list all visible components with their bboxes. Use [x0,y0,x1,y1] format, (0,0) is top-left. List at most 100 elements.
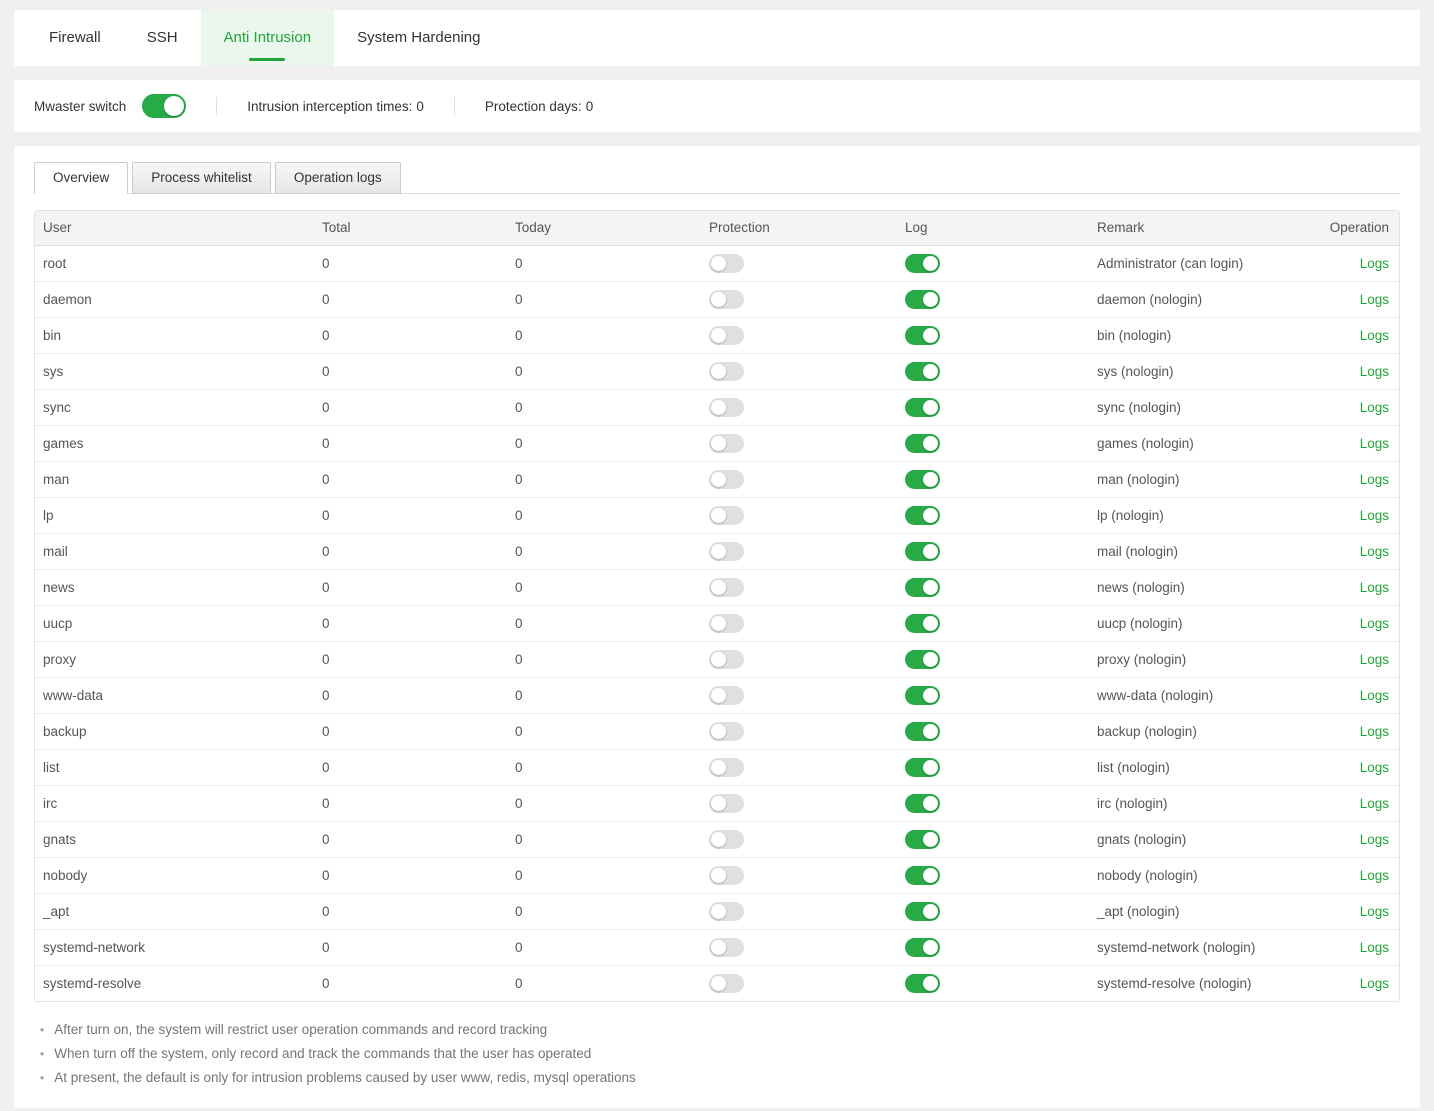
protection-cell [701,461,897,497]
logs-link[interactable]: Logs [1360,580,1389,595]
logs-link[interactable]: Logs [1360,544,1389,559]
table-row: bin00bin (nologin)Logs [35,317,1399,353]
toggle-knob [923,688,938,703]
logs-link[interactable]: Logs [1360,292,1389,307]
toggle-knob [711,508,726,523]
log-toggle[interactable] [905,470,940,489]
today-cell: 0 [507,713,701,749]
logs-link[interactable]: Logs [1360,652,1389,667]
log-toggle[interactable] [905,506,940,525]
protection-toggle[interactable] [709,686,744,705]
user-cell: lp [35,497,314,533]
remark-cell: nobody (nologin) [1089,857,1289,893]
user-cell: systemd-resolve [35,965,314,1001]
log-toggle[interactable] [905,290,940,309]
interception-times-stat: Intrusion interception times:0 [247,99,424,114]
protection-toggle[interactable] [709,326,744,345]
log-toggle[interactable] [905,686,940,705]
tab-ssh[interactable]: SSH [124,10,201,66]
user-cell: man [35,461,314,497]
protection-toggle[interactable] [709,650,744,669]
table-row: backup00backup (nologin)Logs [35,713,1399,749]
protection-cell [701,785,897,821]
today-cell: 0 [507,245,701,281]
toggle-knob [923,472,938,487]
tab-system-hardening[interactable]: System Hardening [334,10,503,66]
protection-cell [701,317,897,353]
log-cell [897,281,1089,317]
log-toggle[interactable] [905,758,940,777]
logs-link[interactable]: Logs [1360,724,1389,739]
logs-link[interactable]: Logs [1360,364,1389,379]
logs-link[interactable]: Logs [1360,400,1389,415]
log-toggle[interactable] [905,578,940,597]
logs-link[interactable]: Logs [1360,904,1389,919]
log-toggle[interactable] [905,794,940,813]
protection-toggle[interactable] [709,434,744,453]
protection-toggle[interactable] [709,614,744,633]
protection-toggle[interactable] [709,398,744,417]
logs-link[interactable]: Logs [1360,796,1389,811]
protection-toggle[interactable] [709,290,744,309]
toggle-knob [923,364,938,379]
log-toggle[interactable] [905,434,940,453]
log-toggle[interactable] [905,830,940,849]
logs-link[interactable]: Logs [1360,832,1389,847]
logs-link[interactable]: Logs [1360,940,1389,955]
table-row: gnats00gnats (nologin)Logs [35,821,1399,857]
protection-toggle[interactable] [709,578,744,597]
column-header-log: Log [897,211,1089,245]
protection-toggle[interactable] [709,866,744,885]
logs-link[interactable]: Logs [1360,436,1389,451]
protection-toggle[interactable] [709,794,744,813]
log-toggle[interactable] [905,974,940,993]
protection-toggle[interactable] [709,974,744,993]
log-toggle[interactable] [905,650,940,669]
tab-firewall[interactable]: Firewall [26,10,124,66]
logs-link[interactable]: Logs [1360,976,1389,991]
log-toggle[interactable] [905,542,940,561]
protection-toggle[interactable] [709,902,744,921]
master-switch-toggle[interactable] [142,94,186,118]
toggle-knob [923,544,938,559]
protection-cell [701,389,897,425]
subtab-operation-logs[interactable]: Operation logs [275,162,401,194]
logs-link[interactable]: Logs [1360,868,1389,883]
protection-toggle[interactable] [709,722,744,741]
protection-cell [701,749,897,785]
logs-link[interactable]: Logs [1360,328,1389,343]
log-toggle[interactable] [905,614,940,633]
protection-toggle[interactable] [709,830,744,849]
protection-toggle[interactable] [709,542,744,561]
logs-link[interactable]: Logs [1360,472,1389,487]
toggle-knob [711,940,726,955]
logs-link[interactable]: Logs [1360,760,1389,775]
protection-toggle[interactable] [709,938,744,957]
subtab-overview[interactable]: Overview [34,162,128,194]
log-toggle[interactable] [905,326,940,345]
remark-cell: sys (nologin) [1089,353,1289,389]
log-cell [897,461,1089,497]
subtab-process-whitelist[interactable]: Process whitelist [132,162,271,194]
protection-toggle[interactable] [709,470,744,489]
protection-toggle[interactable] [709,254,744,273]
logs-link[interactable]: Logs [1360,256,1389,271]
log-toggle[interactable] [905,938,940,957]
tab-anti-intrusion[interactable]: Anti Intrusion [201,10,335,66]
log-toggle[interactable] [905,722,940,741]
column-header-operation: Operation [1289,211,1399,245]
log-toggle[interactable] [905,866,940,885]
log-toggle[interactable] [905,398,940,417]
protection-days-stat: Protection days:0 [485,99,593,114]
log-toggle[interactable] [905,254,940,273]
log-toggle[interactable] [905,362,940,381]
bullet-icon: • [40,1023,44,1037]
total-cell: 0 [314,425,507,461]
logs-link[interactable]: Logs [1360,616,1389,631]
log-toggle[interactable] [905,902,940,921]
logs-link[interactable]: Logs [1360,688,1389,703]
protection-toggle[interactable] [709,758,744,777]
logs-link[interactable]: Logs [1360,508,1389,523]
protection-toggle[interactable] [709,506,744,525]
protection-toggle[interactable] [709,362,744,381]
